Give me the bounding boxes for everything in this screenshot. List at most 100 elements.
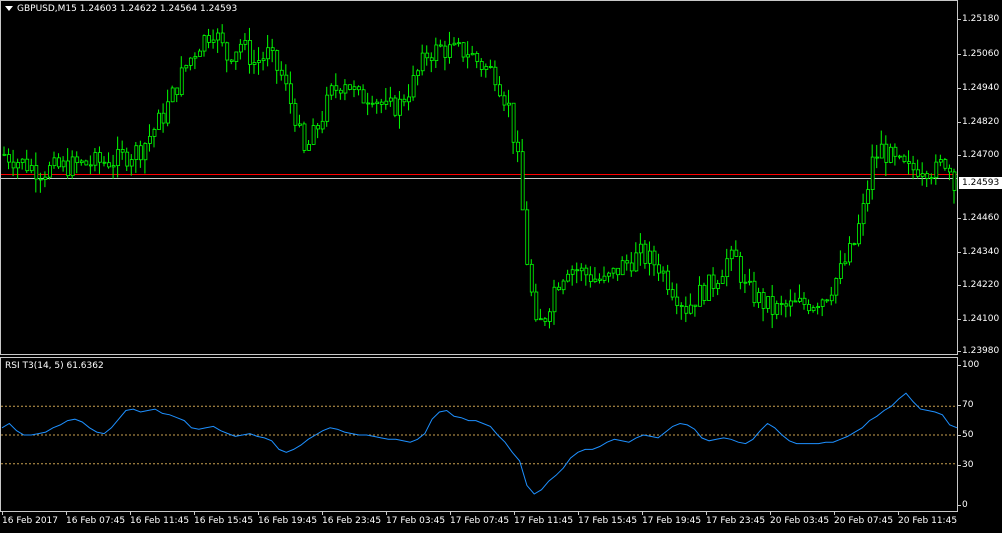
candle-body xyxy=(743,281,748,284)
time-tick: 20 Feb 07:45 xyxy=(834,512,894,526)
candle-body xyxy=(820,299,825,307)
price-tick: 1.25180 xyxy=(956,14,1000,24)
candle-body xyxy=(688,304,693,314)
candle-body xyxy=(434,44,439,62)
candle-body xyxy=(216,32,221,41)
candle-body xyxy=(829,294,834,302)
price-tick: 1.24100 xyxy=(956,314,1000,324)
candle-body xyxy=(302,123,307,151)
candle-body xyxy=(693,304,698,307)
candle-body xyxy=(516,141,521,153)
candle-body xyxy=(88,164,93,167)
candle-body xyxy=(952,171,957,191)
candle-body xyxy=(348,84,352,90)
dropdown-triangle-icon[interactable] xyxy=(5,6,13,11)
candle-body xyxy=(507,102,511,106)
rsi-level-tick: 30 xyxy=(956,460,974,470)
candle-body xyxy=(848,243,852,263)
candle-body xyxy=(943,159,948,169)
candle-body xyxy=(716,283,721,289)
candle-body xyxy=(852,243,857,245)
candle-body xyxy=(793,300,798,303)
candle-body xyxy=(184,64,189,69)
candle-body xyxy=(779,303,784,305)
candle-body xyxy=(475,53,480,62)
candle-body xyxy=(252,62,257,65)
candle-body xyxy=(784,303,789,307)
candle-body xyxy=(311,125,316,145)
candle-body xyxy=(807,304,811,312)
candle-body xyxy=(202,35,207,52)
candle-body xyxy=(907,161,911,164)
candle-body xyxy=(220,32,225,44)
candle-body xyxy=(298,123,302,126)
price-tick: 1.23980 xyxy=(956,346,1000,356)
candle-body xyxy=(638,243,643,254)
candle-body xyxy=(652,250,657,266)
candle-body xyxy=(388,97,393,102)
candle-body xyxy=(116,149,121,166)
candle-body xyxy=(511,102,516,143)
candle-body xyxy=(93,152,98,166)
candle-body xyxy=(325,94,330,122)
candle-body xyxy=(520,151,525,211)
candle-body xyxy=(261,58,266,62)
candle-body xyxy=(734,249,739,257)
candle-body xyxy=(766,296,771,309)
candle-body xyxy=(448,44,452,58)
candle-body xyxy=(66,160,71,177)
candle-body xyxy=(329,85,334,96)
candle-body xyxy=(170,87,175,103)
rsi-level-tick: 100 xyxy=(956,360,980,370)
candle-body xyxy=(493,66,498,86)
candle-body xyxy=(479,61,484,70)
candle-body xyxy=(466,54,471,58)
symbol-title-text: GBPUSD,M15 1.24603 1.24622 1.24564 1.245… xyxy=(17,4,238,14)
candle-body xyxy=(343,84,348,94)
candle-body xyxy=(420,52,425,72)
candle-body xyxy=(402,98,407,103)
candle-body xyxy=(16,162,21,169)
candle-body xyxy=(920,173,925,177)
candle-body xyxy=(798,297,802,302)
candle-body xyxy=(457,42,461,45)
candle-body xyxy=(443,45,448,58)
candle-body xyxy=(929,177,934,180)
candle-body xyxy=(152,129,157,137)
candle-body xyxy=(257,60,261,63)
candle-body xyxy=(129,159,134,167)
candle-body xyxy=(198,50,202,57)
candle-body xyxy=(870,156,875,190)
time-tick: 17 Feb 15:45 xyxy=(578,512,638,526)
price-tick: 1.24340 xyxy=(956,247,1000,257)
candle-body xyxy=(934,161,939,179)
candle-body xyxy=(661,270,666,274)
candle-body xyxy=(7,154,11,163)
candle-body xyxy=(366,102,371,105)
candle-body xyxy=(679,305,684,307)
candle-body xyxy=(911,162,916,171)
candle-body xyxy=(748,280,752,283)
candle-body xyxy=(125,151,130,167)
candle-body xyxy=(398,98,402,116)
candle-body xyxy=(284,74,289,85)
time-tick: 17 Feb 23:45 xyxy=(706,512,766,526)
rsi-title: RSI T3(14, 5) 61.6362 xyxy=(5,361,104,371)
candle-body xyxy=(138,145,143,161)
candle-body xyxy=(61,160,66,168)
candle-body xyxy=(684,306,689,314)
candle-body xyxy=(461,42,466,58)
symbol-title[interactable]: GBPUSD,M15 1.24603 1.24622 1.24564 1.245… xyxy=(5,4,237,14)
candle-body xyxy=(211,39,216,43)
candle-body xyxy=(107,162,111,168)
time-tick: 20 Feb 03:45 xyxy=(770,512,830,526)
candle-body xyxy=(529,263,534,293)
candle-body xyxy=(320,120,325,130)
candle-body xyxy=(875,156,880,159)
candle-body xyxy=(38,178,43,181)
candle-body xyxy=(543,318,548,322)
candle-body xyxy=(43,176,48,180)
candle-body xyxy=(938,159,943,163)
rsi-line xyxy=(1,392,958,495)
candle-body xyxy=(411,75,416,98)
